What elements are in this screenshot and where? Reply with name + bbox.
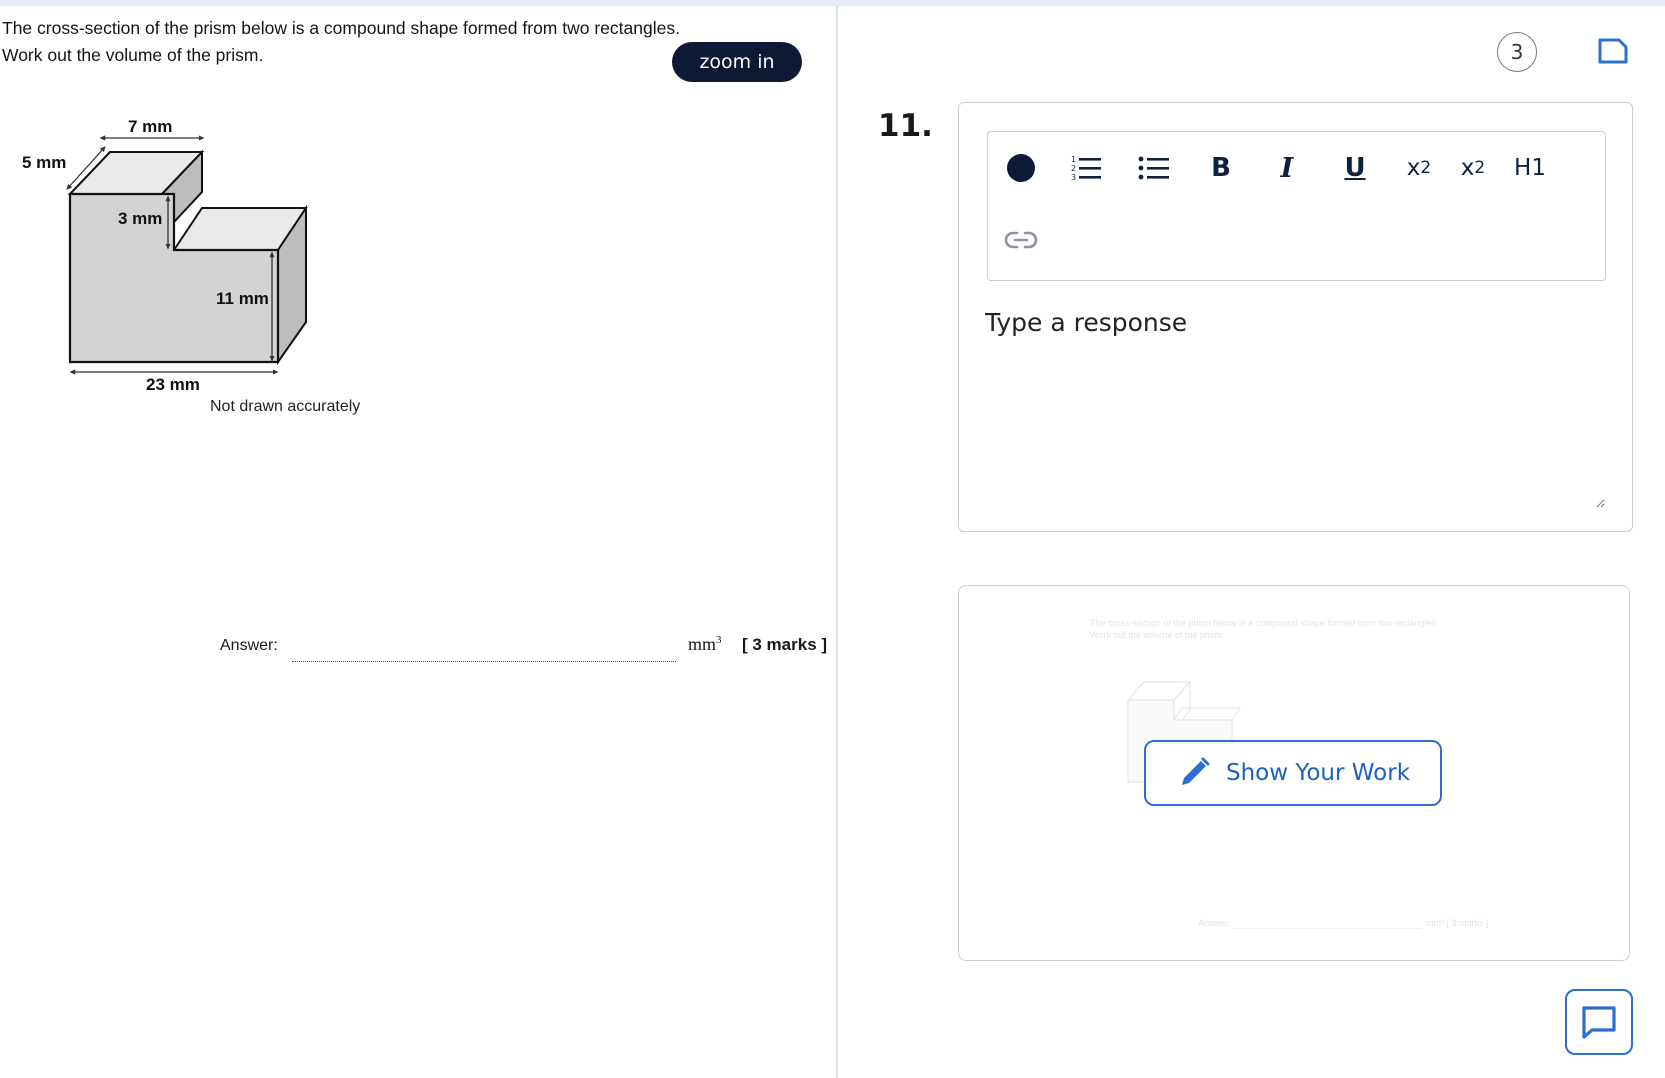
italic-button[interactable]: I [1272,150,1302,186]
not-drawn-accurately-note: Not drawn accurately [210,398,360,415]
zoom-in-button[interactable]: zoom in [672,42,802,82]
svg-text:2: 2 [1071,164,1076,173]
bold-button[interactable]: B [1206,150,1236,186]
comment-icon [1582,1006,1616,1039]
work-preview-text2: Work out the volume of the prism. [1090,630,1225,640]
show-your-work-button[interactable]: Show Your Work [1144,740,1442,806]
svg-text:3: 3 [1071,173,1076,182]
comment-button[interactable] [1565,989,1633,1055]
answer-label: Answer: [220,637,278,654]
underline-button[interactable]: U [1340,150,1370,186]
label-depth: 5 mm [22,153,66,172]
work-preview-answer-line [1232,928,1422,929]
marks-label: [ 3 marks ] [742,635,828,654]
subscript-button[interactable]: x2 [1402,150,1436,186]
pane-divider[interactable] [836,6,838,1078]
label-step-height: 3 mm [118,209,162,228]
heading-button[interactable]: H1 [1512,150,1548,186]
question-text-line1: The cross-section of the prism below is … [2,18,680,38]
page-number-badge[interactable]: 3 [1497,32,1537,72]
prism-diagram: 7 mm 5 mm 3 mm 11 mm 23 mm Not drawn acc… [22,117,360,415]
answer-unit: mm3 [688,634,722,654]
bullet-list-icon[interactable] [1136,150,1172,186]
bookmark-icon[interactable] [1597,37,1629,65]
label-top-width: 7 mm [128,117,172,136]
response-input[interactable] [985,308,1605,508]
text-color-icon[interactable] [1003,150,1039,186]
answer-line [292,661,676,662]
link-icon[interactable] [1003,222,1039,258]
svg-text:1: 1 [1071,155,1076,164]
work-preview-marks: mm³ [ 3 marks ] [1426,918,1489,928]
question-text-line2: Work out the volume of the prism. [2,45,264,65]
label-bottom-width: 23 mm [146,375,200,394]
label-right-height: 11 mm [216,289,269,308]
work-preview-text1: The cross-section of the prism below is … [1090,618,1439,628]
show-your-work-label: Show Your Work [1225,760,1411,786]
work-preview-answer: Answer: [1198,918,1231,928]
numbered-list-icon[interactable]: 123 [1068,150,1104,186]
superscript-button[interactable]: x2 [1456,150,1490,186]
question-number: 11. [878,108,933,144]
pencil-icon [1181,757,1210,785]
